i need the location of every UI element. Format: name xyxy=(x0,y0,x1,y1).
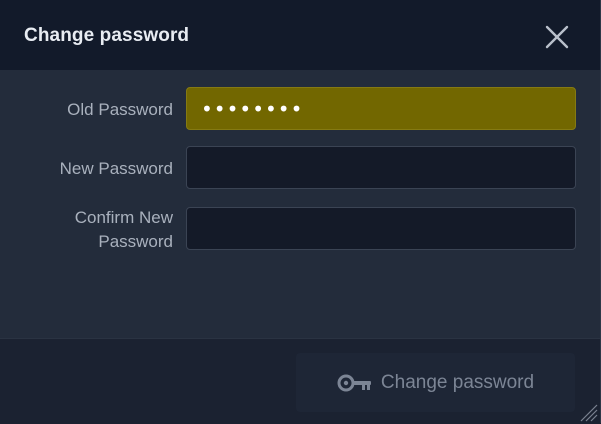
confirm-password-input[interactable] xyxy=(186,207,576,250)
close-button[interactable] xyxy=(544,24,570,50)
dialog-body: Old Password New Password Confirm New Pa… xyxy=(0,70,600,338)
change-password-dialog: Change password Old Password New Passwor… xyxy=(0,0,601,424)
old-password-input[interactable] xyxy=(186,87,576,130)
confirm-password-label-line2: Password xyxy=(98,232,173,251)
key-icon xyxy=(337,374,371,391)
new-password-label: New Password xyxy=(59,159,173,178)
old-password-label: Old Password xyxy=(67,100,173,119)
dialog-footer: Change password xyxy=(0,338,600,424)
close-icon xyxy=(545,25,569,49)
dialog-titlebar: Change password xyxy=(0,0,600,70)
change-password-button[interactable]: Change password xyxy=(296,353,575,412)
change-password-button-label: Change password xyxy=(380,371,535,393)
confirm-password-label: Confirm New Password xyxy=(75,206,173,254)
dialog-title: Change password xyxy=(24,25,190,46)
resize-grip-icon[interactable] xyxy=(576,400,598,422)
confirm-password-label-line1: Confirm New xyxy=(74,208,173,227)
new-password-input[interactable] xyxy=(186,146,576,189)
